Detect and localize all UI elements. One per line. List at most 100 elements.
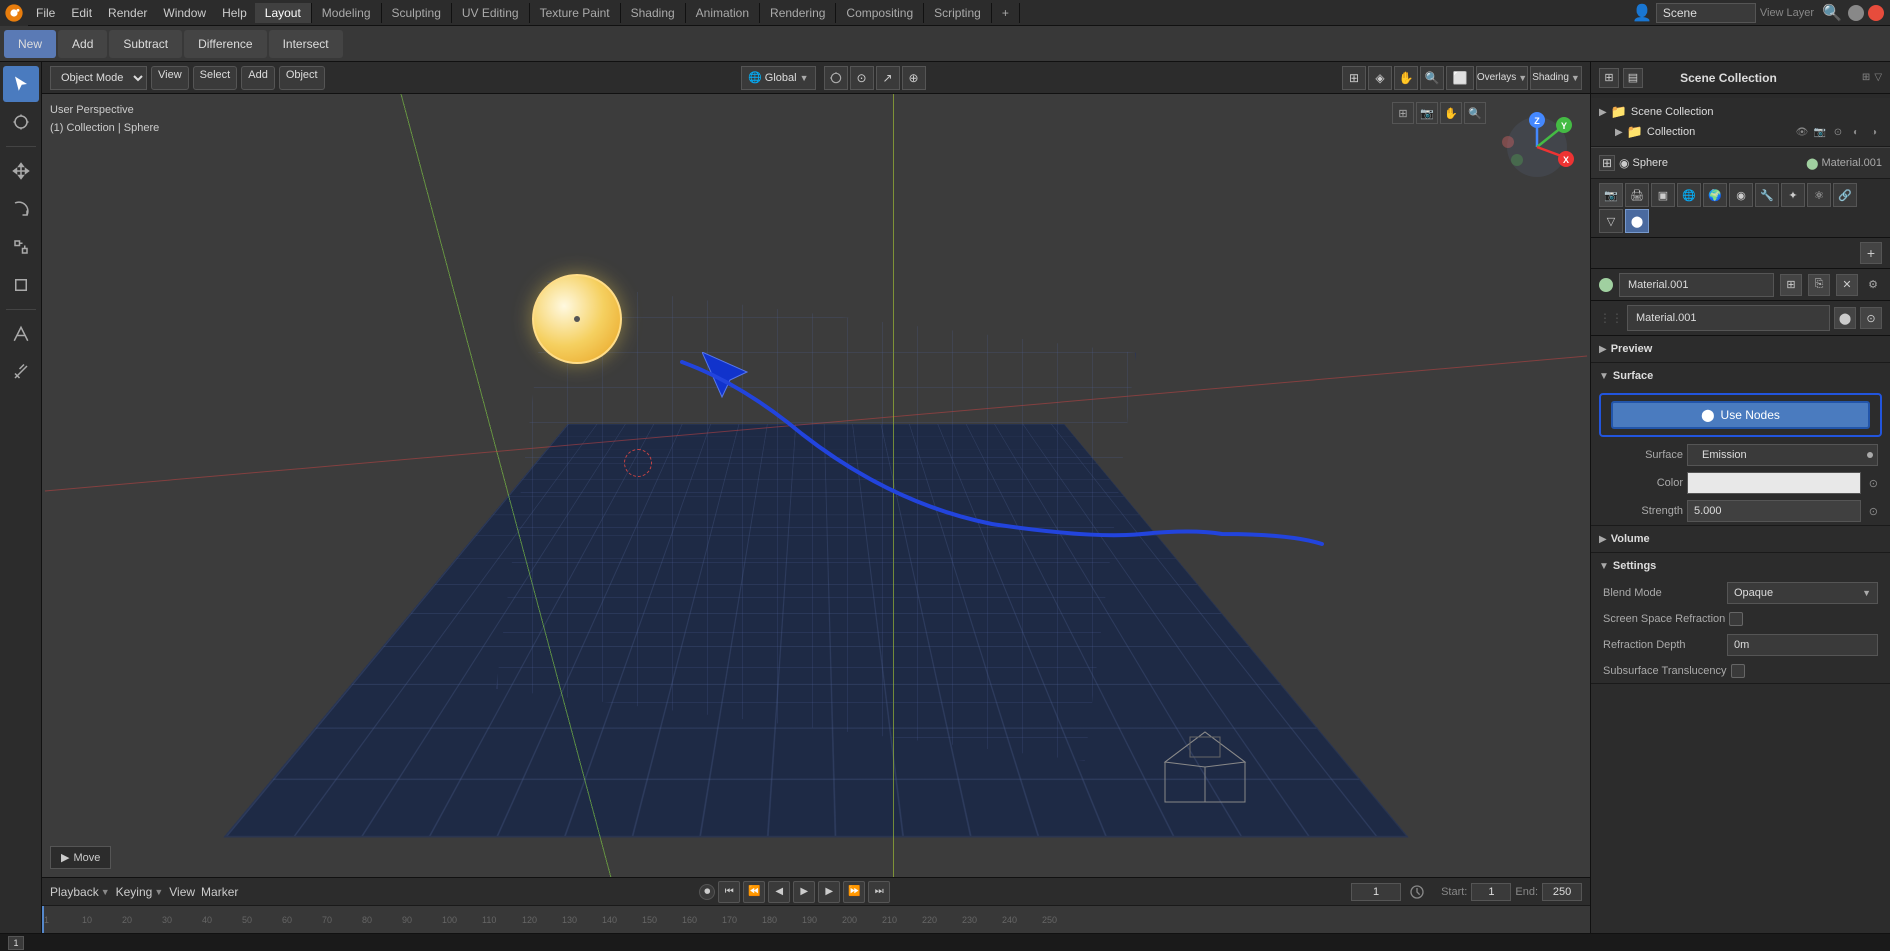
modifiers-btn[interactable]: 🔧 [1755, 183, 1779, 207]
material-btn[interactable]: ⬤ [1625, 209, 1649, 233]
strength-field[interactable]: 5.000 [1687, 500, 1861, 522]
render-visibility-icon[interactable]: 📷 [1812, 124, 1828, 140]
viewport-visibility-icon[interactable]: ⊙ [1830, 124, 1846, 140]
world-props-btn[interactable]: 🌍 [1703, 183, 1727, 207]
blend-mode-field[interactable]: Opaque ▼ [1727, 582, 1878, 604]
select-menu[interactable]: Select [193, 66, 238, 90]
play-btn[interactable]: ▶ [793, 881, 815, 903]
new-button[interactable]: New [4, 30, 56, 58]
scene-select-btn[interactable]: ⊞ [1599, 68, 1619, 88]
select-tool[interactable] [3, 66, 39, 102]
tab-compositing[interactable]: Compositing [836, 3, 924, 23]
sphere-object[interactable] [532, 274, 622, 364]
scale-tool[interactable] [3, 229, 39, 265]
cursor-tool[interactable] [3, 104, 39, 140]
constraints-btn[interactable]: 🔗 [1833, 183, 1857, 207]
refraction-depth-field[interactable]: 0m [1727, 634, 1878, 656]
add-menu[interactable]: Add [241, 66, 275, 90]
menu-edit[interactable]: Edit [63, 3, 100, 23]
proportional-edit-btn[interactable]: ⊙ [850, 66, 874, 90]
pan-tool-btn[interactable]: ✋ [1394, 66, 1418, 90]
color-field[interactable] [1687, 472, 1861, 494]
material-new-btn[interactable]: ⬤ [1834, 307, 1856, 329]
tab-animation[interactable]: Animation [686, 3, 760, 23]
win-minimize[interactable] [1848, 5, 1864, 21]
prev-frame-btn[interactable]: ⏪ [743, 881, 765, 903]
collection-row[interactable]: ▶ 📁 Collection 👁 📷 ⊙ ◐ ◑ [1591, 122, 1890, 142]
add-material-btn[interactable]: + [1860, 242, 1882, 264]
viewport-3d[interactable]: Z Y X ⊞ [42, 94, 1590, 877]
object-props-btn[interactable]: ◉ [1729, 183, 1753, 207]
keying-menu[interactable]: Keying ▼ [116, 885, 164, 899]
view-camera-btn[interactable]: 📷 [1416, 102, 1438, 124]
volume-header[interactable]: ▶ Volume [1591, 526, 1890, 552]
current-frame[interactable]: 1 [1351, 883, 1401, 901]
snap-type-btn[interactable]: ↗ [876, 66, 900, 90]
playback-menu[interactable]: Playback ▼ [50, 885, 110, 899]
material-copy-btn[interactable]: ⎘ [1808, 274, 1830, 296]
menu-render[interactable]: Render [100, 3, 155, 23]
tab-shading[interactable]: Shading [621, 3, 686, 23]
use-nodes-btn[interactable]: ⬤ Use Nodes [1611, 401, 1870, 429]
viewport-shading-btn[interactable]: ◈ [1368, 66, 1392, 90]
output-props-btn[interactable]: 🖨 [1625, 183, 1649, 207]
filter-btn[interactable]: ▤ [1623, 68, 1643, 88]
material-unlink-btn[interactable]: ✕ [1836, 274, 1858, 296]
annotate-tool[interactable] [3, 316, 39, 352]
material-settings-icon[interactable]: ⚙ [1864, 276, 1882, 294]
sst-checkbox[interactable] [1731, 664, 1745, 678]
intersect-button[interactable]: Intersect [269, 30, 343, 58]
overlays-btn[interactable]: Overlays▼ [1476, 66, 1528, 90]
menu-file[interactable]: File [28, 3, 63, 23]
surface-type-field[interactable]: Emission [1687, 444, 1878, 466]
rotate-tool[interactable] [3, 191, 39, 227]
material-name-field[interactable]: Material.001 [1627, 305, 1830, 331]
move-tool[interactable] [3, 153, 39, 189]
subtract-button[interactable]: Subtract [109, 30, 182, 58]
timeline-view-menu[interactable]: View [169, 885, 195, 899]
jump-start-btn[interactable]: ⏮ [718, 881, 740, 903]
menu-help[interactable]: Help [214, 3, 255, 23]
prop-divider-btn[interactable]: ⊞ [1599, 155, 1615, 171]
end-frame[interactable]: 250 [1542, 883, 1582, 901]
mode-select[interactable]: Object Mode [50, 66, 147, 90]
preview-header[interactable]: ▶ Preview [1591, 336, 1890, 362]
timeline-frames[interactable]: 1 10 20 30 40 50 60 70 80 90 100 110 120… [42, 906, 1590, 933]
render-props-btn[interactable]: 📷 [1599, 183, 1623, 207]
frame-indicator-1[interactable]: 1 [8, 936, 24, 950]
tab-modeling[interactable]: Modeling [312, 3, 382, 23]
tab-layout[interactable]: Layout [255, 3, 312, 23]
view-ortho-btn[interactable]: ⊞ [1392, 102, 1414, 124]
view-menu[interactable]: View [151, 66, 189, 90]
physics-btn[interactable]: ⚛ [1807, 183, 1831, 207]
marker-menu[interactable]: Marker [201, 885, 238, 899]
tab-add[interactable]: + [992, 3, 1020, 23]
tab-sculpting[interactable]: Sculpting [382, 3, 452, 23]
ssr-checkbox[interactable] [1729, 612, 1743, 626]
view-pan-btn[interactable]: ✋ [1440, 102, 1462, 124]
tab-scripting[interactable]: Scripting [924, 3, 992, 23]
object-menu[interactable]: Object [279, 66, 325, 90]
jump-end-btn[interactable]: ⏭ [868, 881, 890, 903]
scene-input[interactable] [1656, 3, 1756, 23]
scene-props-btn[interactable]: 🌐 [1677, 183, 1701, 207]
menu-window[interactable]: Window [155, 3, 214, 23]
transform-orientation[interactable]: 🌐 Global ▼ [741, 66, 815, 90]
indirect-only-icon[interactable]: ◑ [1866, 124, 1882, 140]
material-link-btn[interactable]: ⊙ [1860, 307, 1882, 329]
zoom-tool-btn[interactable]: 🔍 [1420, 66, 1444, 90]
tab-uv-editing[interactable]: UV Editing [452, 3, 530, 23]
add-button[interactable]: Add [58, 30, 107, 58]
start-frame[interactable]: 1 [1471, 883, 1511, 901]
next-keyframe-btn[interactable]: ▶ [818, 881, 840, 903]
wireframe-btn[interactable]: ⬜ [1453, 71, 1468, 85]
fps-btn[interactable] [1407, 882, 1427, 902]
view-zoom-btn[interactable]: 🔍 [1464, 102, 1486, 124]
viewport-display-btn[interactable]: ⊞ [1342, 66, 1366, 90]
tab-texture-paint[interactable]: Texture Paint [530, 3, 621, 23]
data-btn[interactable]: ▽ [1599, 209, 1623, 233]
material-slot-field[interactable]: Material.001 [1619, 273, 1774, 297]
surface-header[interactable]: ▼ Surface [1591, 363, 1890, 389]
next-frame-btn[interactable]: ⏩ [843, 881, 865, 903]
scene-collection-row[interactable]: ▶ 📁 Scene Collection [1591, 102, 1890, 122]
